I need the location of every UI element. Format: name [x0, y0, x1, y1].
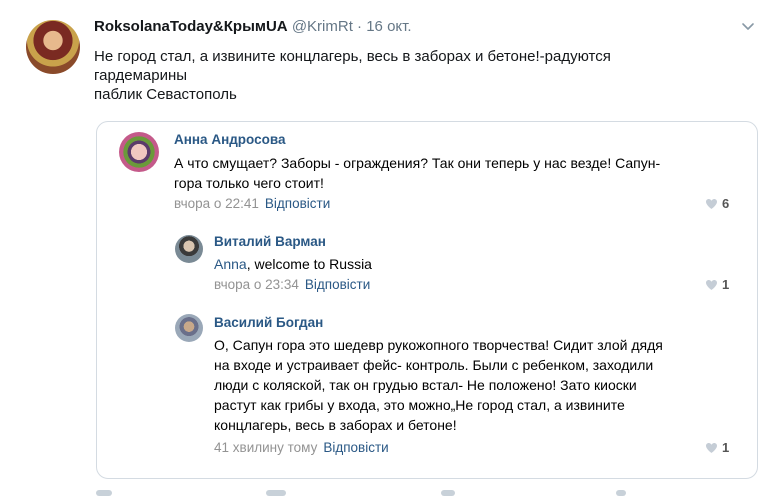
avatar[interactable]: [119, 132, 159, 172]
comment-text-line: гора только чего стоит!: [174, 175, 324, 191]
retweet-icon[interactable]: [266, 490, 286, 496]
reply-button[interactable]: Відповісти: [265, 196, 330, 211]
heart-icon: [706, 279, 717, 290]
comment-text-line: люди с коляской, так он грудью встал- Не…: [214, 377, 637, 393]
tweet-text-line: гардемарины: [94, 67, 188, 84]
comment-time[interactable]: вчора о 23:34: [214, 277, 299, 292]
tweet-header: RoksolanaToday&КрымUA @KrimRt · 16 окт.: [94, 18, 412, 35]
like-counter[interactable]: 6: [705, 196, 729, 211]
avatar[interactable]: [175, 235, 203, 263]
tweet-text-line: Не город стал, а извините концлагерь, ве…: [94, 48, 611, 65]
tweet-action-bar-partial: [96, 490, 696, 501]
like-counter[interactable]: 1: [705, 440, 729, 455]
tweet-date[interactable]: 16 окт.: [366, 18, 411, 35]
tweet-separator: ·: [357, 18, 363, 35]
tweet-handle[interactable]: @KrimRt: [292, 18, 353, 35]
reply-button[interactable]: Відповісти: [323, 440, 388, 455]
comment-time[interactable]: вчора о 22:41: [174, 196, 259, 211]
tweet-text: Не город стал, а извините концлагерь, ве…: [94, 47, 714, 104]
comment-author[interactable]: Анна Андросова: [174, 132, 286, 147]
reply-button[interactable]: Відповісти: [305, 277, 370, 292]
tweet-author-name[interactable]: RoksolanaToday&КрымUA: [94, 18, 288, 35]
like-count: 1: [722, 440, 730, 455]
embedded-comments-card[interactable]: Анна Андросова А что смущает? Заборы - о…: [96, 121, 758, 479]
chevron-down-icon[interactable]: [740, 18, 756, 34]
heart-icon: [706, 198, 717, 209]
comment-text-line: концлагерь, весь в заборах и бетоне!: [214, 417, 457, 433]
comment-text-line: растут как грибы у входа, это можно„Не г…: [214, 397, 625, 413]
like-count: 6: [722, 196, 730, 211]
comment-text: Anna, welcome to Russia: [214, 254, 372, 274]
comment-meta: 41 хвилину тому Відповісти: [214, 440, 389, 455]
comment-author[interactable]: Виталий Варман: [214, 234, 326, 249]
like-counter[interactable]: 1: [705, 277, 729, 292]
tweet-author-avatar[interactable]: [26, 20, 80, 74]
comment-text-line: , welcome to Russia: [246, 256, 372, 272]
mention-link[interactable]: Anna: [214, 256, 247, 272]
like-count: 1: [722, 277, 730, 292]
heart-icon: [706, 442, 717, 453]
comment-text-line: на входе и устраивает фейс- контроль. Бы…: [214, 357, 654, 373]
comment-text: А что смущает? Заборы - ограждения? Так …: [174, 153, 660, 193]
comment-text: О, Сапун гора это шедевр рукожопного тво…: [214, 335, 663, 435]
comment-meta: вчора о 22:41 Відповісти: [174, 196, 330, 211]
comment-time[interactable]: 41 хвилину тому: [214, 440, 317, 455]
comment-meta: вчора о 23:34 Відповісти: [214, 277, 370, 292]
avatar[interactable]: [175, 314, 203, 342]
comment-author[interactable]: Василий Богдан: [214, 315, 323, 330]
tweet-text-line: паблик Севастополь: [94, 86, 237, 103]
like-icon[interactable]: [441, 490, 455, 496]
comment-text-line: О, Сапун гора это шедевр рукожопного тво…: [214, 337, 663, 353]
reply-icon[interactable]: [96, 490, 112, 496]
share-icon[interactable]: [616, 490, 626, 496]
comment-text-line: А что смущает? Заборы - ограждения? Так …: [174, 155, 661, 171]
